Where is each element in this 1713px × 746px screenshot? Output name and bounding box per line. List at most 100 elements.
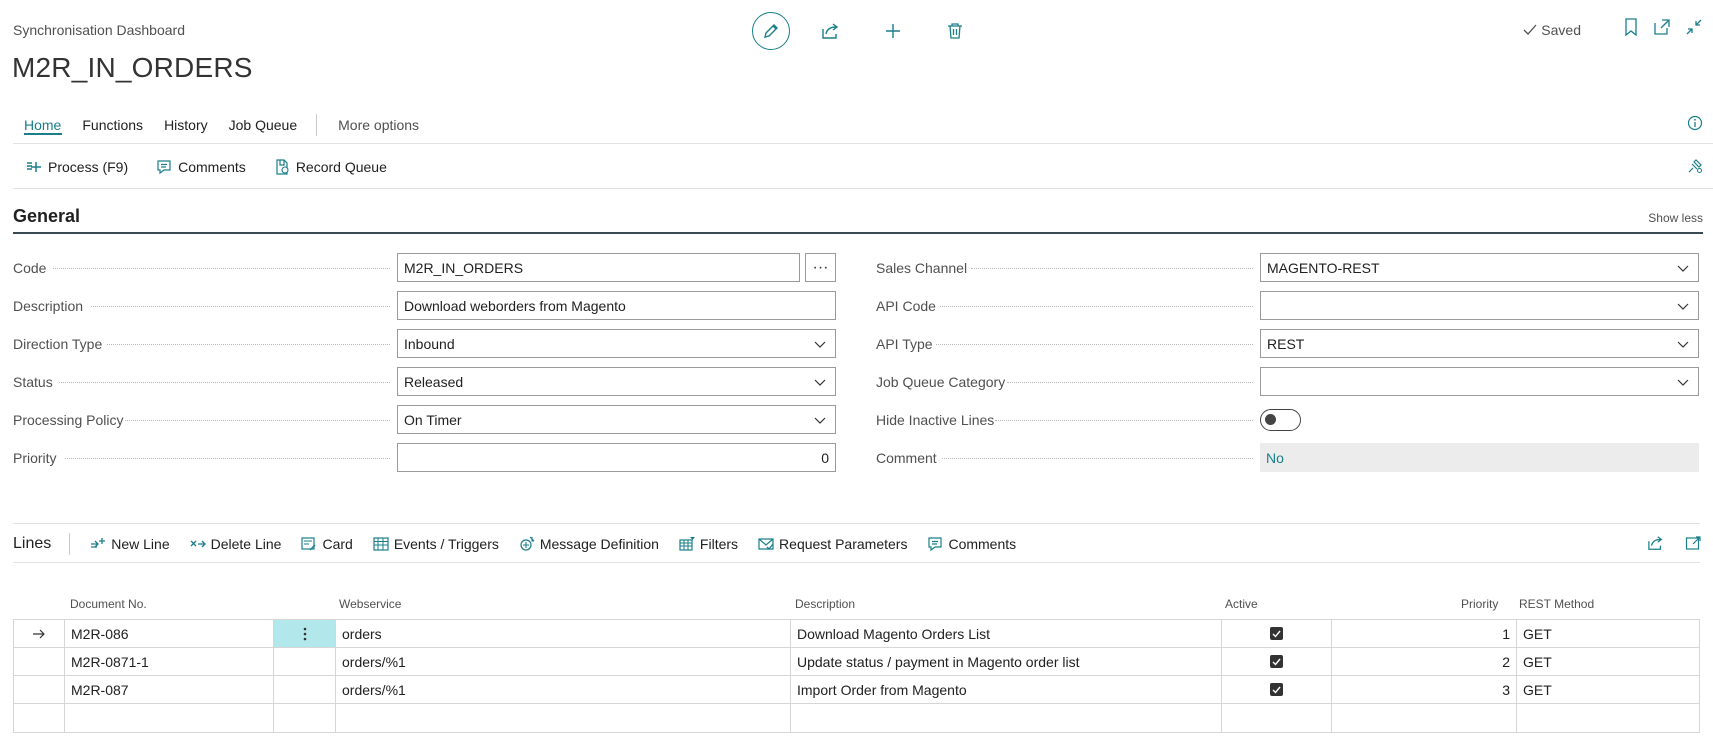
column-header-description[interactable]: Description — [795, 597, 855, 611]
expand-icon[interactable] — [1685, 535, 1701, 551]
info-icon[interactable] — [1687, 115, 1703, 131]
cell-webservice[interactable]: orders/%1 — [336, 676, 791, 703]
cell-document-no[interactable] — [65, 704, 274, 732]
cell-active[interactable] — [1222, 676, 1332, 703]
edit-button[interactable] — [752, 12, 790, 50]
active-checkbox[interactable] — [1270, 655, 1283, 668]
hide-inactive-lines-toggle[interactable] — [1260, 409, 1301, 431]
delete-line-button[interactable]: Delete Line — [190, 536, 281, 552]
page-title: M2R_IN_ORDERS — [12, 52, 253, 83]
row-actions-cell[interactable] — [274, 676, 336, 703]
status-select[interactable]: Released — [397, 367, 836, 396]
tab-history[interactable]: History — [164, 117, 208, 133]
column-header-webservice[interactable]: Webservice — [339, 597, 401, 611]
cell-rest-method[interactable]: GET — [1517, 648, 1699, 675]
cell-active[interactable] — [1222, 648, 1332, 675]
tab-home[interactable]: Home — [24, 117, 61, 133]
lines-title[interactable]: Lines — [13, 535, 51, 553]
pin-icon[interactable] — [1687, 158, 1703, 174]
row-indicator[interactable] — [14, 620, 65, 647]
row-indicator[interactable] — [14, 704, 65, 732]
record-queue-button[interactable]: Record Queue — [274, 159, 387, 175]
general-section-title[interactable]: General — [13, 206, 80, 227]
table-row[interactable]: M2R-0871-1 orders/%1 Update status / pay… — [14, 648, 1699, 676]
filters-button[interactable]: Filters — [679, 536, 738, 552]
column-header-document-no[interactable]: Document No. — [70, 597, 147, 611]
cell-rest-method[interactable]: GET — [1517, 676, 1699, 703]
cell-webservice[interactable] — [336, 704, 791, 732]
tab-functions[interactable]: Functions — [82, 117, 143, 133]
message-definition-button[interactable]: Message Definition — [519, 536, 659, 552]
cell-webservice[interactable]: orders/%1 — [336, 648, 791, 675]
page-window-actions — [1623, 18, 1703, 36]
api-code-label: API Code — [876, 298, 936, 314]
column-header-active[interactable]: Active — [1225, 597, 1258, 611]
collapse-icon[interactable] — [1685, 18, 1703, 36]
table-row[interactable]: M2R-087 orders/%1 Import Order from Mage… — [14, 676, 1699, 704]
request-parameters-button[interactable]: Request Parameters — [758, 536, 907, 552]
cell-description[interactable]: Update status / payment in Magento order… — [791, 648, 1222, 675]
priority-input[interactable]: 0 — [397, 443, 836, 472]
column-header-rest-method[interactable]: REST Method — [1519, 597, 1594, 611]
cell-document-no[interactable]: M2R-087 — [65, 676, 274, 703]
new-button[interactable] — [874, 12, 912, 50]
general-section-underline — [13, 232, 1703, 234]
cell-priority[interactable]: 2 — [1332, 648, 1517, 675]
cell-rest-method[interactable] — [1517, 704, 1699, 732]
processing-policy-select[interactable]: On Timer — [397, 405, 836, 434]
delete-button[interactable] — [936, 12, 974, 50]
open-new-window-icon[interactable] — [1653, 18, 1671, 36]
tab-more-options[interactable]: More options — [338, 117, 419, 133]
label-leader — [125, 420, 390, 421]
new-line-button[interactable]: New Line — [90, 536, 170, 552]
row-indicator[interactable] — [14, 676, 65, 703]
label-leader — [59, 382, 390, 383]
cell-description[interactable]: Import Order from Magento — [791, 676, 1222, 703]
status-label: Status — [13, 374, 53, 390]
breadcrumb[interactable]: Synchronisation Dashboard — [13, 22, 185, 38]
cell-rest-method[interactable]: GET — [1517, 620, 1699, 647]
api-type-select[interactable]: REST — [1260, 329, 1699, 358]
tab-job-queue[interactable]: Job Queue — [229, 117, 298, 133]
cell-webservice[interactable]: orders — [336, 620, 791, 647]
lines-comments-button[interactable]: Comments — [927, 536, 1016, 552]
processing-policy-value: On Timer — [404, 411, 462, 428]
comments-button[interactable]: Comments — [156, 159, 246, 175]
row-actions-cell[interactable] — [274, 648, 336, 675]
cell-document-no[interactable]: M2R-086 — [65, 620, 274, 647]
table-row-empty[interactable] — [14, 704, 1699, 732]
cell-priority[interactable]: 3 — [1332, 676, 1517, 703]
bookmark-icon[interactable] — [1623, 18, 1639, 36]
events-triggers-button[interactable]: Events / Triggers — [373, 536, 499, 552]
card-button[interactable]: Card — [301, 536, 353, 552]
process-button[interactable]: Process (F9) — [26, 159, 128, 175]
cell-active[interactable] — [1222, 620, 1332, 647]
code-lookup-button[interactable]: ··· — [805, 253, 836, 282]
table-row[interactable]: M2R-086 orders Download Magento Orders L… — [14, 620, 1699, 648]
sales-channel-select[interactable]: MAGENTO-REST — [1260, 253, 1699, 282]
cell-description[interactable]: Download Magento Orders List — [791, 620, 1222, 647]
description-input[interactable]: Download weborders from Magento — [397, 291, 836, 320]
row-actions-button[interactable] — [274, 620, 336, 647]
api-code-select[interactable] — [1260, 291, 1699, 320]
cell-document-no[interactable]: M2R-0871-1 — [65, 648, 274, 675]
show-less-link[interactable]: Show less — [1648, 211, 1703, 225]
row-indicator[interactable] — [14, 648, 65, 675]
column-header-priority[interactable]: Priority — [1461, 597, 1498, 611]
job-queue-category-select[interactable] — [1260, 367, 1699, 396]
share-icon — [822, 23, 839, 39]
row-actions-cell[interactable] — [274, 704, 336, 732]
active-checkbox[interactable] — [1270, 683, 1283, 696]
lines-comments-label: Comments — [948, 536, 1017, 552]
share-button[interactable] — [812, 12, 850, 50]
cell-active[interactable] — [1222, 704, 1332, 732]
active-checkbox[interactable] — [1270, 627, 1283, 640]
comment-value[interactable]: No — [1260, 443, 1699, 472]
api-type-field-row: API Type — [876, 329, 1259, 359]
cell-priority[interactable]: 1 — [1332, 620, 1517, 647]
share-icon[interactable] — [1647, 535, 1665, 551]
direction-type-select[interactable]: Inbound — [397, 329, 836, 358]
cell-description[interactable] — [791, 704, 1222, 732]
cell-priority[interactable] — [1332, 704, 1517, 732]
code-input[interactable]: M2R_IN_ORDERS — [397, 253, 800, 282]
